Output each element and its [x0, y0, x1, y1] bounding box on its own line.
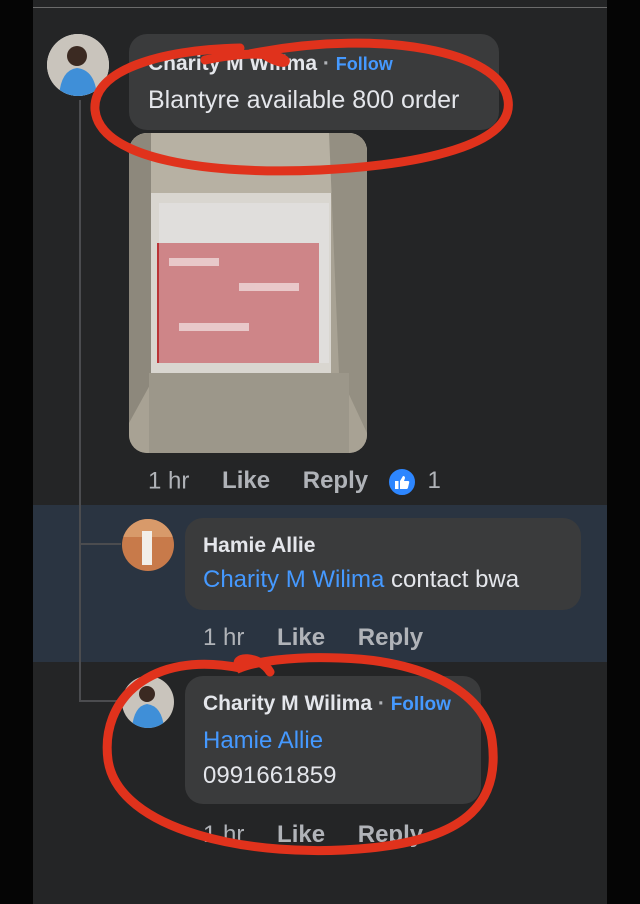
mention-link[interactable]: Charity M Wilima — [203, 566, 384, 593]
avatar[interactable] — [47, 34, 109, 96]
separator: · — [322, 52, 330, 75]
comment-text: Charity M Wilima contact bwa — [203, 566, 519, 594]
reply-button[interactable]: Reply — [358, 821, 423, 848]
comment-bubble[interactable] — [129, 34, 499, 130]
timestamp: 1 hr — [203, 624, 245, 651]
reply-button[interactable]: Reply — [303, 467, 368, 494]
comment-body: contact bwa — [391, 566, 520, 593]
reaction-count[interactable]: 1 — [427, 467, 440, 494]
comment-author[interactable]: Charity M Wilima · Follow — [203, 692, 451, 716]
timestamp: 1 hr — [148, 467, 190, 495]
timestamp: 1 hr — [203, 821, 245, 848]
follow-button[interactable]: Follow — [391, 694, 451, 715]
comment-text: 0991661859 — [203, 762, 337, 789]
author-name[interactable]: Charity M Wilima — [203, 692, 372, 715]
author-name[interactable]: Charity M Wilima — [148, 52, 317, 75]
comment-actions: 1 hr Like Reply 1 — [148, 467, 441, 497]
comment-bubble[interactable] — [185, 518, 581, 610]
reply-button[interactable]: Reply — [358, 624, 423, 651]
avatar[interactable] — [122, 676, 174, 728]
comment-photo[interactable] — [129, 133, 367, 453]
separator: · — [377, 692, 385, 715]
comment-actions: 1 hr Like Reply — [203, 821, 423, 849]
follow-button[interactable]: Follow — [336, 54, 393, 74]
thread-branch-1 — [79, 543, 121, 545]
like-reaction-icon[interactable] — [386, 467, 417, 497]
thread-branch-2 — [79, 700, 121, 702]
thread-line — [79, 100, 81, 700]
avatar[interactable] — [122, 519, 174, 571]
author-name[interactable]: Hamie Allie — [203, 534, 315, 558]
mention-link[interactable]: Hamie Allie — [203, 727, 323, 755]
comment-text: Blantyre available 800 order — [148, 86, 460, 114]
comment-author[interactable]: Charity M Wilima · Follow — [148, 52, 393, 76]
comment-actions: 1 hr Like Reply — [203, 624, 423, 652]
like-button[interactable]: Like — [222, 467, 270, 494]
like-button[interactable]: Like — [277, 821, 325, 848]
divider — [33, 7, 607, 8]
like-button[interactable]: Like — [277, 624, 325, 651]
